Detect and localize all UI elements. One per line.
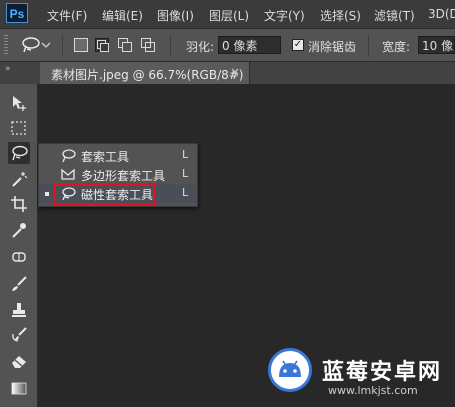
watermark: 蓝莓安卓网 www.lmkjst.com — [268, 348, 455, 407]
antialias-checkbox[interactable]: ✓ — [292, 39, 304, 51]
new-selection-icon[interactable] — [74, 38, 88, 52]
crop-icon — [11, 196, 27, 212]
eyedropper-icon — [12, 223, 26, 238]
highlight-box — [54, 184, 155, 205]
menu-layer[interactable]: 图层(L) — [209, 7, 249, 24]
intersect-selection-icon[interactable] — [141, 38, 155, 52]
menu-image[interactable]: 图像(I) — [157, 7, 194, 24]
healing-brush-icon — [12, 252, 26, 262]
antialias-label: 消除锯齿 — [308, 40, 357, 54]
tool-preset-picker[interactable] — [18, 34, 54, 56]
flyout-item-shortcut: L — [182, 148, 189, 161]
add-to-selection-icon[interactable] — [95, 38, 109, 52]
eraser-icon — [12, 356, 26, 368]
flyout-item-shortcut: L — [182, 167, 189, 180]
subtract-from-selection-icon[interactable] — [118, 38, 132, 52]
menu-3d[interactable]: 3D(D) — [428, 7, 455, 21]
width-input[interactable]: 10 像素 — [418, 36, 455, 54]
watermark-title: 蓝莓安卓网 — [322, 360, 443, 385]
crop-tool[interactable] — [8, 193, 30, 215]
document-tab[interactable]: 素材图片.jpeg @ 66.7%(RGB/8#) × — [40, 62, 250, 84]
photoshop-logo: Ps — [6, 3, 28, 23]
flyout-item-label: 多边形套索工具 — [81, 169, 166, 183]
options-bar: 羽化: 0 像素 ✓ 消除锯齿 宽度: 10 像素 — [0, 28, 455, 62]
history-brush-icon — [12, 327, 27, 342]
clone-stamp-icon — [12, 303, 26, 317]
separator — [62, 35, 63, 57]
close-icon[interactable]: × — [230, 65, 240, 79]
menu-type[interactable]: 文字(Y) — [264, 7, 305, 24]
magic-wand-icon — [12, 172, 28, 187]
menu-select[interactable]: 选择(S) — [320, 7, 361, 24]
feather-label: 羽化: — [186, 40, 215, 54]
flyout-item-magnetic-lasso[interactable]: 磁性套索工具 L — [39, 184, 197, 205]
options-grip[interactable] — [4, 35, 8, 55]
magnetic-lasso-icon — [22, 37, 51, 53]
feather-input[interactable]: 0 像素 — [218, 36, 281, 54]
clone-stamp-tool[interactable] — [8, 299, 30, 321]
menu-bar: Ps 文件(F) 编辑(E) 图像(I) 图层(L) 文字(Y) 选择(S) 滤… — [0, 0, 455, 28]
move-tool[interactable] — [8, 92, 30, 114]
brush-tool[interactable] — [8, 273, 30, 295]
flyout-item-lasso[interactable]: 套索工具 L — [39, 146, 197, 165]
width-label: 宽度: — [382, 40, 411, 54]
eyedropper-tool[interactable] — [8, 219, 30, 241]
polygonal-lasso-icon — [61, 168, 75, 180]
lasso-icon — [62, 149, 76, 163]
menu-edit[interactable]: 编辑(E) — [102, 7, 143, 24]
magic-wand-tool[interactable] — [8, 168, 30, 190]
tools-panel — [0, 84, 38, 407]
marquee-tool[interactable] — [8, 117, 30, 139]
flyout-item-shortcut: L — [182, 186, 189, 199]
magnetic-lasso-icon — [12, 145, 28, 161]
menu-file[interactable]: 文件(F) — [47, 7, 87, 24]
spot-healing-tool[interactable] — [8, 246, 30, 268]
brush-icon — [12, 276, 27, 291]
document-tab-strip: » 素材图片.jpeg @ 66.7%(RGB/8#) × — [0, 62, 455, 84]
separator — [170, 35, 171, 57]
flyout-item-label: 套索工具 — [81, 150, 130, 164]
eraser-tool[interactable] — [8, 350, 30, 372]
flyout-item-polygonal-lasso[interactable]: 多边形套索工具 L — [39, 165, 197, 184]
lasso-tool-flyout: 套索工具 L 多边形套索工具 L 磁性套索工具 L — [38, 143, 198, 207]
panel-collapse-button[interactable]: » — [5, 64, 10, 74]
gradient-icon — [11, 382, 27, 395]
menu-filter[interactable]: 滤镜(T) — [374, 7, 415, 24]
marquee-icon — [11, 121, 26, 135]
move-icon — [13, 96, 26, 111]
android-logo-icon — [268, 348, 312, 392]
selected-bullet — [45, 192, 49, 196]
gradient-tool[interactable] — [8, 377, 30, 399]
document-title: 素材图片.jpeg @ 66.7%(RGB/8#) — [51, 68, 244, 82]
history-brush-tool[interactable] — [8, 324, 30, 346]
separator — [368, 35, 369, 57]
watermark-url: www.lmkjst.com — [328, 384, 418, 397]
lasso-tool[interactable] — [8, 142, 30, 164]
